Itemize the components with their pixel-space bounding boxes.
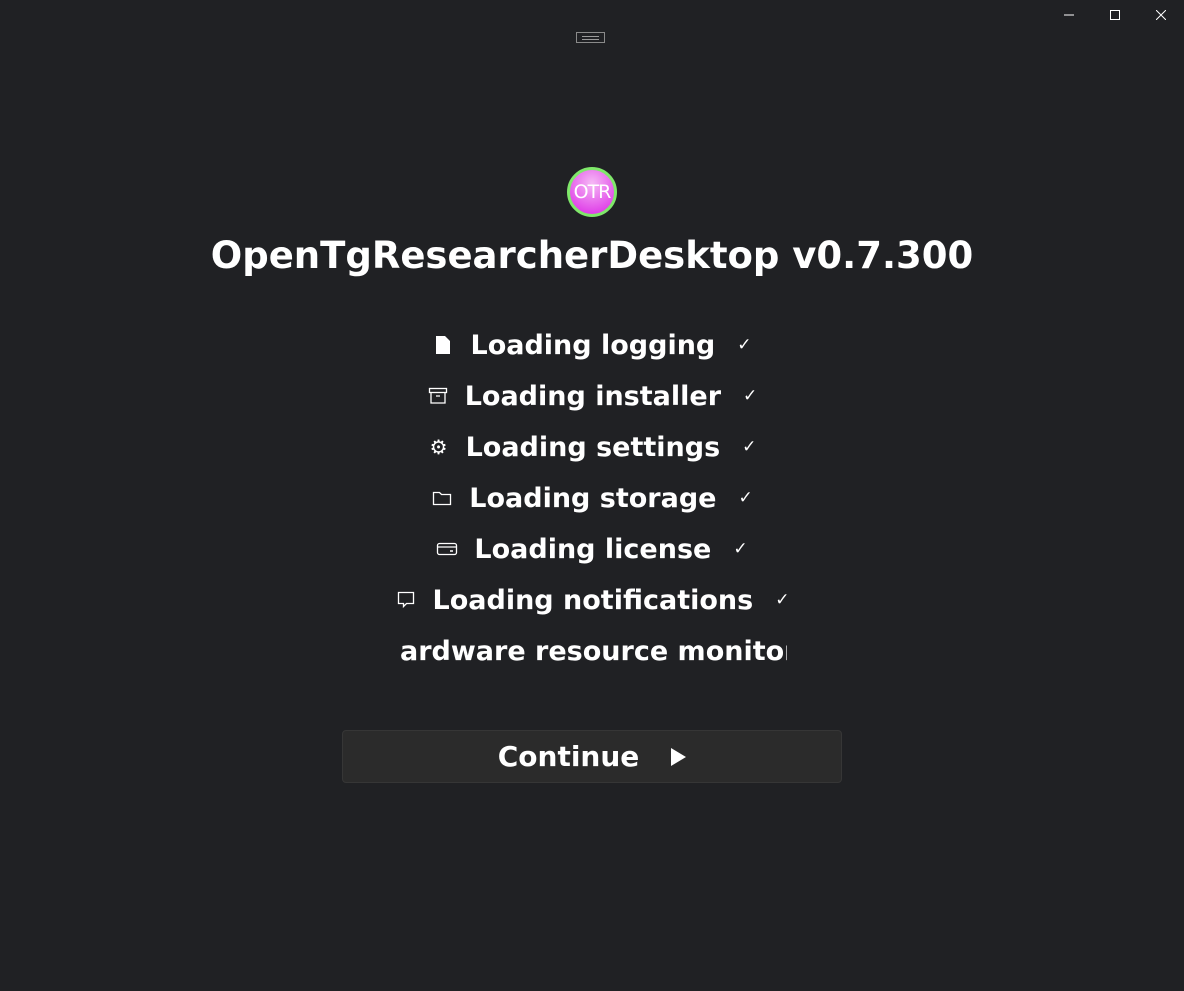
step-notifications: Loading notifications ✓ (0, 580, 1184, 620)
check-icon: ✓ (742, 437, 757, 457)
file-icon (432, 334, 454, 356)
step-license: Loading license ✓ (0, 529, 1184, 569)
card-icon (436, 538, 458, 560)
step-storage: Loading storage ✓ (0, 478, 1184, 518)
close-button[interactable] (1138, 0, 1184, 30)
close-icon (1156, 10, 1166, 20)
app-title: OpenTgResearcherDesktop v0.7.300 (210, 234, 974, 277)
step-label: Loading settings (465, 431, 721, 463)
gear-icon: ⚙ (429, 435, 448, 459)
current-step-label: ardware resource monitoring (400, 636, 787, 667)
archive-icon (427, 385, 449, 407)
step-label: Loading storage (469, 482, 717, 514)
check-icon: ✓ (743, 386, 758, 406)
step-label: Loading notifications (432, 584, 754, 616)
step-logging: Loading logging ✓ (0, 325, 1184, 365)
comment-icon (395, 589, 417, 611)
minimize-icon (1064, 14, 1074, 16)
check-icon: ✓ (775, 590, 790, 610)
check-icon: ✓ (738, 488, 753, 508)
drag-handle[interactable] (576, 32, 605, 43)
minimize-button[interactable] (1046, 0, 1092, 30)
check-icon: ✓ (733, 539, 748, 559)
step-label: Loading logging (470, 329, 716, 361)
logo-text: OTR (573, 181, 612, 203)
app-logo: OTR (567, 167, 617, 217)
play-icon (671, 747, 687, 766)
check-icon: ✓ (737, 335, 752, 355)
maximize-button[interactable] (1092, 0, 1138, 30)
step-label: Loading license (474, 533, 712, 565)
maximize-icon (1110, 10, 1120, 20)
step-installer: Loading installer ✓ (0, 376, 1184, 416)
folder-icon (431, 487, 453, 509)
step-settings: ⚙ Loading settings ✓ (0, 427, 1184, 467)
continue-button[interactable]: Continue (342, 730, 842, 783)
continue-label: Continue (497, 740, 640, 773)
step-label: Loading installer (464, 380, 722, 412)
